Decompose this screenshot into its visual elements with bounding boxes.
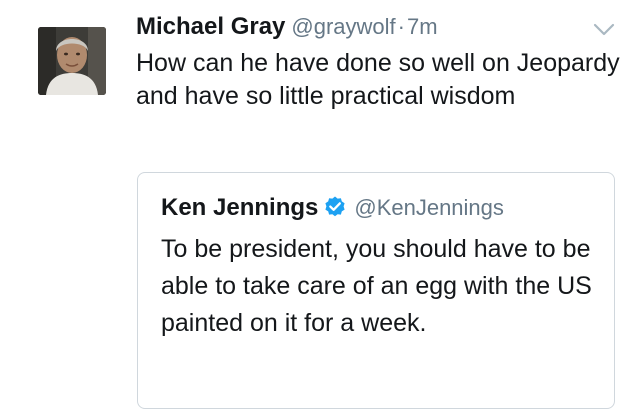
quoted-tweet-text: To be president, you should have to be a… (161, 235, 592, 337)
author-handle[interactable]: @graywolf (291, 14, 395, 39)
author-name[interactable]: Michael Gray (136, 13, 285, 40)
tweet-header: Michael Gray @graywolf·7m (136, 10, 438, 47)
avatar-photo (38, 27, 106, 95)
quoted-tweet[interactable]: Ken Jennings @KenJennings To be presiden… (137, 172, 615, 409)
tweet-timestamp[interactable]: 7m (407, 14, 438, 39)
quoted-tweet-header: Ken Jennings @KenJennings (161, 191, 504, 228)
tweet-menu-button[interactable] (592, 22, 616, 38)
quoted-author-name: Ken Jennings (161, 194, 319, 221)
tweet-text: How can he have done so well on Jeopardy… (136, 49, 620, 110)
verified-badge-icon (323, 195, 347, 219)
separator-dot: · (397, 14, 405, 39)
author-avatar[interactable] (38, 27, 106, 95)
quoted-author-handle: @KenJennings (354, 195, 504, 220)
tweet: Michael Gray @graywolf·7m How can he have… (0, 0, 629, 417)
chevron-down-icon (593, 23, 615, 36)
